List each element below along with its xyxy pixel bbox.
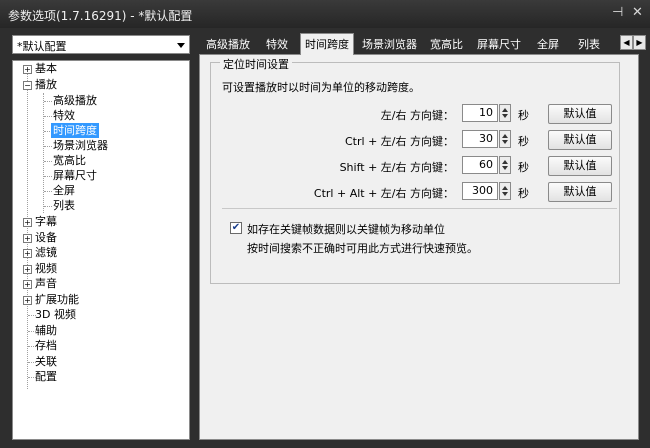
tree-item-audio[interactable]: 声音 <box>35 276 57 291</box>
default-button[interactable]: 默认值 <box>548 130 612 150</box>
settings-tree: + 基本 − 播放 高级播放 特效 时间跨度 场景浏览器 宽高比 屏幕尺寸 全屏… <box>12 60 190 440</box>
default-button[interactable]: 默认值 <box>548 156 612 176</box>
profile-select[interactable]: *默认配置 <box>12 35 190 54</box>
seconds-input[interactable]: 30 <box>462 130 498 148</box>
collapse-icon[interactable]: − <box>23 81 32 90</box>
tree-branch-line <box>44 146 52 147</box>
tab-scroll-right-icon[interactable]: ▶ <box>633 35 646 50</box>
expand-icon[interactable]: + <box>23 280 32 289</box>
spinner[interactable] <box>499 156 511 174</box>
tree-item-filters[interactable]: 滤镜 <box>35 245 57 260</box>
group-description: 可设置播放时以时间为单位的移动跨度。 <box>222 81 420 94</box>
tree-item-archive[interactable]: 存档 <box>35 338 57 353</box>
unit-label: 秒 <box>518 135 529 148</box>
tab-advanced-playback[interactable]: 高级播放 <box>202 36 254 54</box>
tab-fullscreen[interactable]: 全屏 <box>533 36 563 54</box>
row-label: Ctrl + 左/右 方向键： <box>345 135 454 148</box>
close-icon[interactable]: ✕ <box>632 5 643 21</box>
spinner[interactable] <box>499 182 511 200</box>
tree-branch-line <box>44 191 52 192</box>
tree-item-list[interactable]: 列表 <box>53 198 75 213</box>
tab-scene-browser[interactable]: 场景浏览器 <box>358 36 421 54</box>
expand-icon[interactable]: + <box>23 234 32 243</box>
row-label: 左/右 方向键： <box>380 109 454 122</box>
tab-scroll-left-icon[interactable]: ◀ <box>620 35 633 50</box>
tree-guide-line <box>27 69 28 389</box>
settings-window: 参数选项(1.7.16291) - *默认配置 ⊣ ✕ *默认配置 + 基本 −… <box>0 0 650 448</box>
group-title: 定位时间设置 <box>220 56 292 72</box>
tree-item-devices[interactable]: 设备 <box>35 230 57 245</box>
seconds-input[interactable]: 10 <box>462 104 498 122</box>
keyframe-hint: 按时间搜索不正确时可用此方式进行快速预览。 <box>247 242 478 255</box>
tab-strip: 高级播放 特效 时间跨度 场景浏览器 宽高比 屏幕尺寸 全屏 列表 <box>200 33 620 55</box>
seconds-input[interactable]: 60 <box>462 156 498 174</box>
tree-item-playback[interactable]: 播放 <box>35 77 57 92</box>
expand-icon[interactable]: + <box>23 65 32 74</box>
default-button[interactable]: 默认值 <box>548 104 612 124</box>
tree-branch-line <box>44 101 52 102</box>
keyframe-checkbox[interactable]: ✔ <box>230 222 242 234</box>
tree-item-basic[interactable]: 基本 <box>35 61 57 76</box>
tab-time-span[interactable]: 时间跨度 <box>300 33 354 55</box>
tree-item-subtitles[interactable]: 字幕 <box>35 214 57 229</box>
spinner[interactable] <box>499 130 511 148</box>
expand-icon[interactable]: + <box>23 296 32 305</box>
tree-item-scene-browser[interactable]: 场景浏览器 <box>53 138 108 153</box>
tree-branch-line <box>44 116 52 117</box>
tree-item-fullscreen[interactable]: 全屏 <box>53 183 75 198</box>
tree-item-associations[interactable]: 关联 <box>35 354 57 369</box>
tree-item-video[interactable]: 视频 <box>35 261 57 276</box>
row-label: Ctrl + Alt + 左/右 方向键： <box>313 187 454 200</box>
unit-label: 秒 <box>518 187 529 200</box>
tree-item-time-span[interactable]: 时间跨度 <box>51 123 99 138</box>
tree-item-config[interactable]: 配置 <box>35 369 57 384</box>
tree-item-aspect-ratio[interactable]: 宽高比 <box>53 153 86 168</box>
tab-aspect-ratio[interactable]: 宽高比 <box>426 36 467 54</box>
unit-label: 秒 <box>518 109 529 122</box>
default-button[interactable]: 默认值 <box>548 182 612 202</box>
tree-branch-line <box>44 206 52 207</box>
tab-screen-size[interactable]: 屏幕尺寸 <box>473 36 525 54</box>
pin-icon[interactable]: ⊣ <box>612 5 623 21</box>
tab-effects[interactable]: 特效 <box>262 36 292 54</box>
row-label: Shift + 左/右 方向键： <box>339 161 454 174</box>
title-bar: 参数选项(1.7.16291) - *默认配置 ⊣ ✕ <box>0 0 650 28</box>
tree-guide-line <box>43 93 44 213</box>
tree-item-advanced-playback[interactable]: 高级播放 <box>53 93 97 108</box>
window-title: 参数选项(1.7.16291) - *默认配置 <box>8 9 193 23</box>
tree-item-effects[interactable]: 特效 <box>53 108 75 123</box>
expand-icon[interactable]: + <box>23 249 32 258</box>
tree-item-3d-video[interactable]: 3D 视频 <box>35 307 76 322</box>
tree-item-extensions[interactable]: 扩展功能 <box>35 292 79 307</box>
tree-item-screen-size[interactable]: 屏幕尺寸 <box>53 168 97 183</box>
keyframe-checkbox-label[interactable]: 如存在关键帧数据则以关键帧为移动单位 <box>247 221 445 237</box>
divider <box>222 208 617 209</box>
tree-branch-line <box>44 161 52 162</box>
seconds-input[interactable]: 300 <box>462 182 498 200</box>
unit-label: 秒 <box>518 161 529 174</box>
expand-icon[interactable]: + <box>23 218 32 227</box>
chevron-down-icon <box>177 43 185 48</box>
spinner[interactable] <box>499 104 511 122</box>
tree-item-assist[interactable]: 辅助 <box>35 323 57 338</box>
tab-list[interactable]: 列表 <box>574 36 604 54</box>
expand-icon[interactable]: + <box>23 265 32 274</box>
tree-branch-line <box>44 176 52 177</box>
profile-select-value: *默认配置 <box>17 40 67 53</box>
